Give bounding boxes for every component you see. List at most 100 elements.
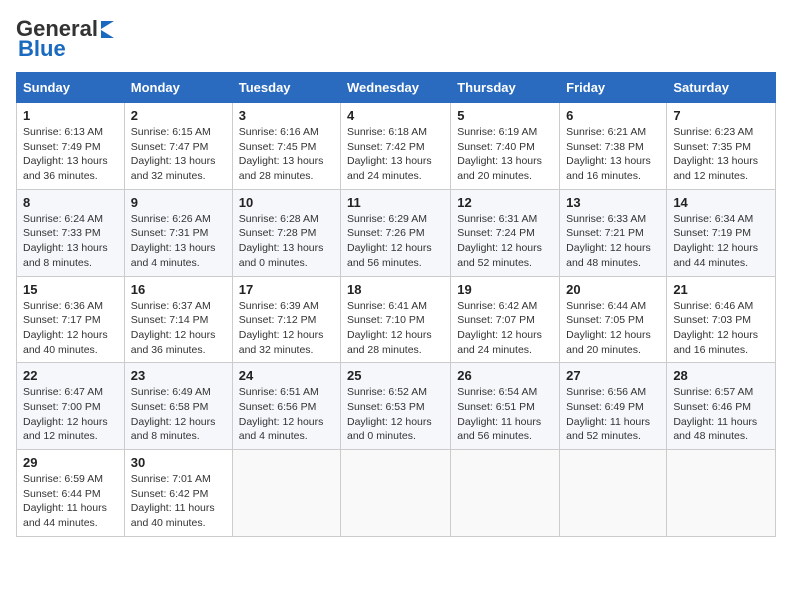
day-info: Sunrise: 7:01 AM Sunset: 6:42 PM Dayligh… (131, 472, 226, 531)
logo-blue: Blue (18, 36, 66, 62)
sunrise-label: Sunrise: 6:46 AM (673, 300, 753, 312)
day-number: 18 (347, 282, 444, 297)
sunrise-label: Sunrise: 6:56 AM (566, 386, 646, 398)
day-info: Sunrise: 6:57 AM Sunset: 6:46 PM Dayligh… (673, 385, 769, 444)
calendar-cell: 8 Sunrise: 6:24 AM Sunset: 7:33 PM Dayli… (17, 189, 125, 276)
day-info: Sunrise: 6:23 AM Sunset: 7:35 PM Dayligh… (673, 125, 769, 184)
daylight-label: Daylight: 12 hours and 32 minutes. (239, 329, 324, 356)
sunrise-label: Sunrise: 6:47 AM (23, 386, 103, 398)
day-number: 22 (23, 368, 118, 383)
sunrise-label: Sunrise: 6:31 AM (457, 213, 537, 225)
daylight-label: Daylight: 11 hours and 56 minutes. (457, 416, 541, 443)
daylight-label: Daylight: 12 hours and 20 minutes. (566, 329, 651, 356)
sunrise-label: Sunrise: 6:33 AM (566, 213, 646, 225)
sunset-label: Sunset: 6:44 PM (23, 488, 101, 500)
day-number: 26 (457, 368, 553, 383)
sunset-label: Sunset: 7:40 PM (457, 141, 535, 153)
week-row-5: 29 Sunrise: 6:59 AM Sunset: 6:44 PM Dayl… (17, 450, 776, 537)
day-number: 30 (131, 455, 226, 470)
sunrise-label: Sunrise: 6:39 AM (239, 300, 319, 312)
page-header: General Blue (16, 16, 776, 62)
sunset-label: Sunset: 7:31 PM (131, 227, 209, 239)
daylight-label: Daylight: 11 hours and 52 minutes. (566, 416, 650, 443)
calendar-cell: 14 Sunrise: 6:34 AM Sunset: 7:19 PM Dayl… (667, 189, 776, 276)
week-row-1: 1 Sunrise: 6:13 AM Sunset: 7:49 PM Dayli… (17, 103, 776, 190)
sunrise-label: Sunrise: 6:29 AM (347, 213, 427, 225)
sunset-label: Sunset: 7:05 PM (566, 314, 644, 326)
daylight-label: Daylight: 12 hours and 52 minutes. (457, 242, 542, 269)
daylight-label: Daylight: 11 hours and 40 minutes. (131, 502, 215, 529)
daylight-label: Daylight: 11 hours and 44 minutes. (23, 502, 107, 529)
sunrise-label: Sunrise: 6:13 AM (23, 126, 103, 138)
sunset-label: Sunset: 6:42 PM (131, 488, 209, 500)
daylight-label: Daylight: 13 hours and 4 minutes. (131, 242, 216, 269)
day-info: Sunrise: 6:59 AM Sunset: 6:44 PM Dayligh… (23, 472, 118, 531)
sunrise-label: Sunrise: 6:49 AM (131, 386, 211, 398)
sunset-label: Sunset: 7:47 PM (131, 141, 209, 153)
day-number: 29 (23, 455, 118, 470)
sunset-label: Sunset: 7:14 PM (131, 314, 209, 326)
sunset-label: Sunset: 7:00 PM (23, 401, 101, 413)
week-row-4: 22 Sunrise: 6:47 AM Sunset: 7:00 PM Dayl… (17, 363, 776, 450)
calendar-cell: 4 Sunrise: 6:18 AM Sunset: 7:42 PM Dayli… (341, 103, 451, 190)
sunrise-label: Sunrise: 6:37 AM (131, 300, 211, 312)
calendar-cell: 28 Sunrise: 6:57 AM Sunset: 6:46 PM Dayl… (667, 363, 776, 450)
day-info: Sunrise: 6:21 AM Sunset: 7:38 PM Dayligh… (566, 125, 660, 184)
sunrise-label: Sunrise: 6:34 AM (673, 213, 753, 225)
calendar-cell (341, 450, 451, 537)
daylight-label: Daylight: 13 hours and 20 minutes. (457, 155, 542, 182)
day-number: 2 (131, 108, 226, 123)
calendar-cell: 2 Sunrise: 6:15 AM Sunset: 7:47 PM Dayli… (124, 103, 232, 190)
sunrise-label: Sunrise: 6:44 AM (566, 300, 646, 312)
day-info: Sunrise: 6:36 AM Sunset: 7:17 PM Dayligh… (23, 299, 118, 358)
calendar-cell: 25 Sunrise: 6:52 AM Sunset: 6:53 PM Dayl… (341, 363, 451, 450)
daylight-label: Daylight: 12 hours and 8 minutes. (131, 416, 216, 443)
calendar-cell: 9 Sunrise: 6:26 AM Sunset: 7:31 PM Dayli… (124, 189, 232, 276)
daylight-label: Daylight: 13 hours and 28 minutes. (239, 155, 324, 182)
day-header-wednesday: Wednesday (341, 73, 451, 103)
sunset-label: Sunset: 6:53 PM (347, 401, 425, 413)
sunrise-label: Sunrise: 6:59 AM (23, 473, 103, 485)
sunset-label: Sunset: 7:26 PM (347, 227, 425, 239)
sunset-label: Sunset: 7:03 PM (673, 314, 751, 326)
calendar-cell (451, 450, 560, 537)
calendar-cell: 21 Sunrise: 6:46 AM Sunset: 7:03 PM Dayl… (667, 276, 776, 363)
day-info: Sunrise: 6:52 AM Sunset: 6:53 PM Dayligh… (347, 385, 444, 444)
sunset-label: Sunset: 7:33 PM (23, 227, 101, 239)
calendar-cell: 6 Sunrise: 6:21 AM Sunset: 7:38 PM Dayli… (560, 103, 667, 190)
sunset-label: Sunset: 6:51 PM (457, 401, 535, 413)
sunset-label: Sunset: 7:42 PM (347, 141, 425, 153)
sunset-label: Sunset: 6:49 PM (566, 401, 644, 413)
sunrise-label: Sunrise: 6:52 AM (347, 386, 427, 398)
sunset-label: Sunset: 7:19 PM (673, 227, 751, 239)
sunset-label: Sunset: 7:28 PM (239, 227, 317, 239)
day-info: Sunrise: 6:47 AM Sunset: 7:00 PM Dayligh… (23, 385, 118, 444)
sunrise-label: Sunrise: 6:51 AM (239, 386, 319, 398)
sunrise-label: Sunrise: 6:18 AM (347, 126, 427, 138)
sunset-label: Sunset: 6:56 PM (239, 401, 317, 413)
day-info: Sunrise: 6:46 AM Sunset: 7:03 PM Dayligh… (673, 299, 769, 358)
sunrise-label: Sunrise: 6:57 AM (673, 386, 753, 398)
sunset-label: Sunset: 7:17 PM (23, 314, 101, 326)
daylight-label: Daylight: 12 hours and 12 minutes. (23, 416, 108, 443)
day-header-thursday: Thursday (451, 73, 560, 103)
sunset-label: Sunset: 7:24 PM (457, 227, 535, 239)
sunrise-label: Sunrise: 6:54 AM (457, 386, 537, 398)
calendar-cell: 23 Sunrise: 6:49 AM Sunset: 6:58 PM Dayl… (124, 363, 232, 450)
day-info: Sunrise: 6:15 AM Sunset: 7:47 PM Dayligh… (131, 125, 226, 184)
day-number: 11 (347, 195, 444, 210)
calendar-cell: 17 Sunrise: 6:39 AM Sunset: 7:12 PM Dayl… (232, 276, 340, 363)
sunrise-label: Sunrise: 6:26 AM (131, 213, 211, 225)
sunset-label: Sunset: 6:58 PM (131, 401, 209, 413)
day-info: Sunrise: 6:51 AM Sunset: 6:56 PM Dayligh… (239, 385, 334, 444)
day-number: 5 (457, 108, 553, 123)
day-header-friday: Friday (560, 73, 667, 103)
day-info: Sunrise: 6:33 AM Sunset: 7:21 PM Dayligh… (566, 212, 660, 271)
day-number: 25 (347, 368, 444, 383)
daylight-label: Daylight: 12 hours and 44 minutes. (673, 242, 758, 269)
calendar-cell: 18 Sunrise: 6:41 AM Sunset: 7:10 PM Dayl… (341, 276, 451, 363)
day-number: 27 (566, 368, 660, 383)
logo: General Blue (16, 16, 114, 62)
sunset-label: Sunset: 7:21 PM (566, 227, 644, 239)
day-info: Sunrise: 6:13 AM Sunset: 7:49 PM Dayligh… (23, 125, 118, 184)
